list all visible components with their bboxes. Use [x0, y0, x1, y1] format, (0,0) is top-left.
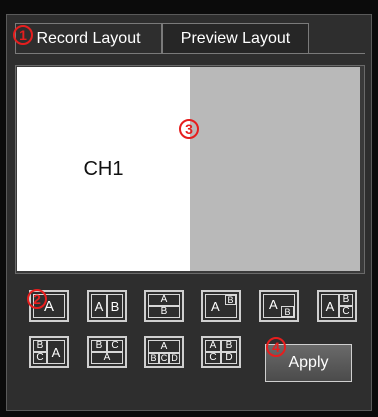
- tab-divider: [15, 53, 365, 54]
- layout-panel: Record Layout Preview Layout CH1 A A B A…: [6, 14, 372, 411]
- layout-cell-b: B: [148, 306, 180, 318]
- layout-cell-a: A: [148, 340, 180, 353]
- channel-label: CH1: [83, 157, 124, 180]
- layout-cell-c: C: [33, 352, 47, 364]
- layout-pip-cell-b: B: [225, 295, 236, 305]
- preview-channel-2[interactable]: [190, 67, 360, 271]
- layout-cell-c: C: [205, 352, 221, 364]
- layout-cell-c: C: [107, 340, 123, 352]
- layout-cell-d: D: [169, 353, 180, 364]
- layout-three-left-button[interactable]: B C A: [29, 336, 69, 368]
- layout-split-horizontal-button[interactable]: A B: [144, 290, 184, 322]
- layout-cell-a: A: [148, 294, 180, 306]
- layout-three-right-button[interactable]: A B C: [317, 290, 357, 322]
- layout-cell-a: A: [205, 340, 221, 352]
- tab-preview-layout[interactable]: Preview Layout: [162, 23, 309, 53]
- layout-four-bottom-button[interactable]: A B C D: [144, 336, 184, 368]
- layout-split-vertical-button[interactable]: A B: [87, 290, 127, 322]
- annotation-marker-4: 4: [266, 337, 286, 357]
- layout-cell-b: B: [33, 340, 47, 352]
- layout-cell-a: A: [47, 340, 65, 364]
- layout-pip-top-right-button[interactable]: A B: [201, 290, 241, 322]
- annotation-marker-1: 1: [13, 25, 33, 45]
- layout-cell-b: B: [148, 353, 159, 364]
- layout-pip-cell-b: B: [281, 306, 294, 317]
- layout-cell-d: D: [221, 352, 237, 364]
- layout-cell-a: A: [91, 294, 107, 318]
- layout-cell-c: C: [159, 353, 169, 364]
- layout-cell-b: B: [221, 340, 237, 352]
- layout-cell-b: B: [339, 294, 353, 306]
- layout-cell-c: C: [339, 306, 353, 318]
- preview-channel-1[interactable]: CH1: [17, 67, 190, 271]
- layout-cell-a: A: [91, 352, 123, 364]
- layout-quad-button[interactable]: A B C D: [201, 336, 241, 368]
- annotation-marker-2: 2: [27, 289, 47, 309]
- annotation-marker-3: 3: [179, 119, 199, 139]
- layout-cell-a: A: [321, 294, 339, 318]
- layout-pip-bottom-right-button[interactable]: A B: [259, 290, 299, 322]
- layout-three-top-button[interactable]: B C A: [87, 336, 127, 368]
- tab-record-layout[interactable]: Record Layout: [15, 23, 162, 53]
- layout-cell-b: B: [91, 340, 107, 352]
- layout-cell-b: B: [107, 294, 123, 318]
